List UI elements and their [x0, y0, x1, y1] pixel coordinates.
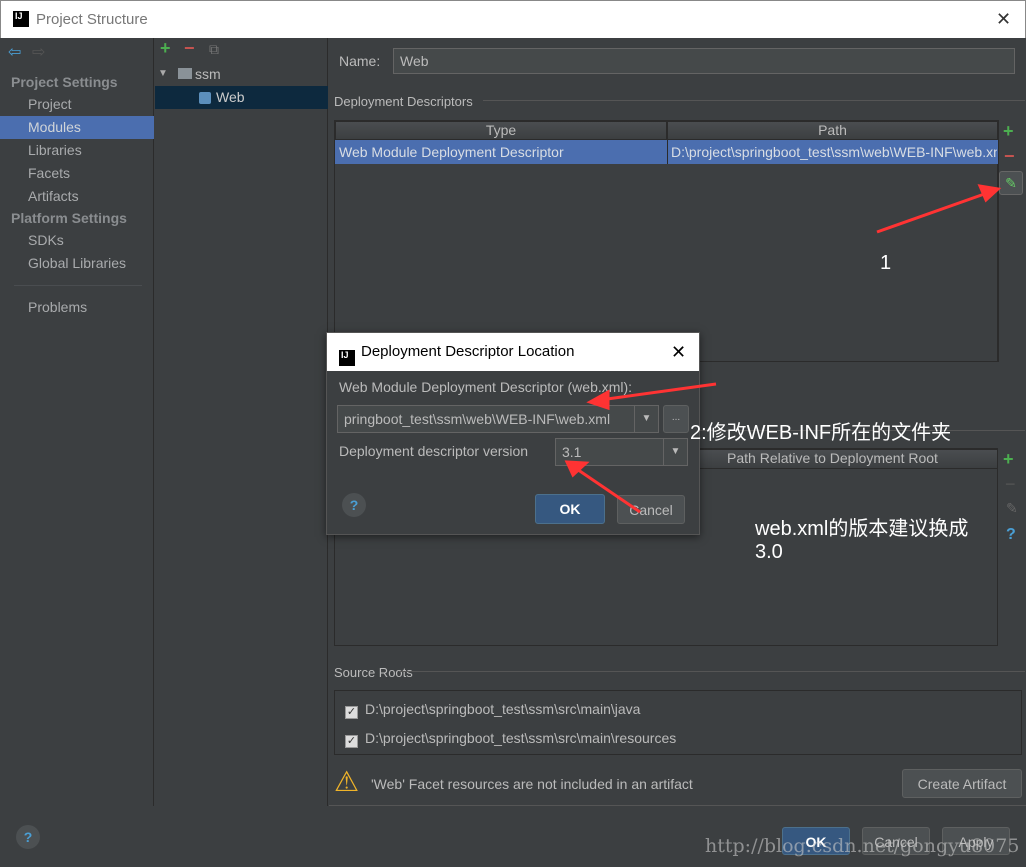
annotation-step3-line2: 3.0: [755, 541, 783, 563]
annotation-step1: 1: [880, 252, 892, 274]
arrow-2-head: [586, 389, 610, 411]
arrow-2: [599, 382, 717, 402]
annotation-step2: 2:修改WEB-INF所在的文件夹: [690, 422, 952, 444]
arrow-1: [876, 190, 991, 234]
arrow-1-head: [977, 184, 1002, 203]
annotation-step3-line1: web.xml的版本建议换成: [755, 518, 969, 540]
